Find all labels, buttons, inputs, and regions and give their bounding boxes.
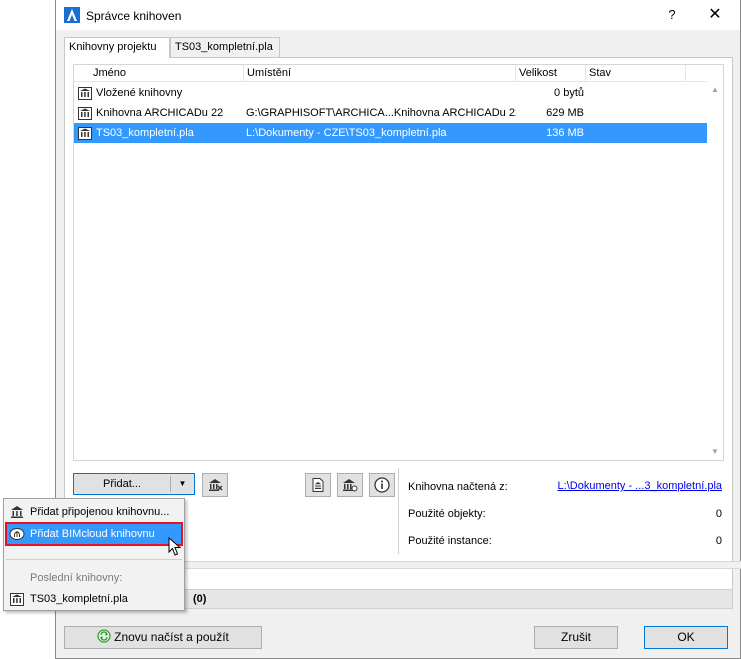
row-size: 136 MB (546, 127, 584, 139)
export-library-icon (312, 478, 324, 492)
library-list[interactable]: Jméno Umístění Velikost Stav Vložené kni… (73, 64, 724, 461)
row-location (246, 83, 516, 103)
column-header-status[interactable]: Stav (586, 65, 686, 82)
row-name: Knihovna ARCHICADu 22 (96, 107, 224, 119)
library-settings-button[interactable] (337, 473, 363, 497)
table-row-ts03[interactable]: TS03_kompletní.pla L:\Dokumenty - CZE\TS… (74, 123, 707, 143)
row-name: TS03_kompletní.pla (96, 127, 194, 139)
ok-button[interactable]: OK (644, 626, 728, 649)
reload-label: Znovu načíst a použít (114, 630, 229, 644)
vertical-separator (398, 468, 399, 554)
tab-label: TS03_kompletní.pla (175, 41, 273, 53)
tab-project-libraries[interactable]: Knihovny projektu (64, 37, 170, 58)
tab-label: Knihovny projektu (69, 41, 157, 53)
add-dropdown-arrow-icon[interactable]: ▼ (171, 474, 194, 494)
list-header: Jméno Umístění Velikost Stav (74, 65, 707, 82)
table-row-embedded[interactable]: Vložené knihovny 0 bytů (74, 83, 707, 103)
menu-item-label: Přidat připojenou knihovnu... (30, 506, 170, 518)
menu-item-label: Přidat BIMcloud knihovnu (30, 528, 155, 540)
scroll-down-icon[interactable]: ▼ (707, 444, 723, 460)
menu-separator (6, 559, 182, 560)
library-gear-icon (343, 479, 358, 492)
used-objects-value: 0 (715, 508, 722, 520)
remove-library-button[interactable] (202, 473, 228, 497)
help-button[interactable]: ? (662, 4, 682, 26)
column-header-name[interactable]: Jméno (90, 65, 244, 82)
row-name: Vložené knihovny (96, 87, 183, 99)
vertical-scrollbar[interactable]: ▲ ▼ (707, 82, 723, 460)
used-instances-label: Použité instance: (408, 535, 492, 547)
add-button[interactable]: Přidat... (74, 474, 170, 494)
add-split-button[interactable]: Přidat... ▼ (73, 473, 195, 495)
library-icon (78, 127, 92, 140)
menu-item-add-linked-library[interactable]: Přidat připojenou knihovnu... (6, 501, 182, 523)
used-instances-value: 0 (715, 535, 722, 547)
reload-apply-button[interactable]: Znovu načíst a použít (64, 626, 262, 649)
mouse-cursor-icon (168, 537, 182, 556)
window-title: Správce knihoven (86, 9, 182, 23)
used-objects-label: Použité objekty: (408, 508, 486, 520)
add-dropdown-menu: Přidat připojenou knihovnu... Přidat BIM… (3, 498, 185, 611)
loaded-from-link[interactable]: L:\Dokumenty - ...3_kompletní.pla (558, 480, 722, 492)
menu-item-recent-ts03[interactable]: TS03_kompletní.pla (6, 588, 182, 610)
scroll-up-icon[interactable]: ▲ (707, 82, 723, 98)
table-row-archicad-library[interactable]: Knihovna ARCHICADu 22 G:\GRAPHISOFT\ARCH… (74, 103, 707, 123)
menu-item-add-bimcloud-library[interactable]: Přidat BIMcloud knihovnu (5, 522, 183, 546)
export-library-button[interactable] (305, 473, 331, 497)
row-location: L:\Dokumenty - CZE\TS03_kompletní.pla (246, 127, 447, 139)
remove-library-icon (209, 479, 223, 491)
tab-ts03-file[interactable]: TS03_kompletní.pla (170, 37, 280, 57)
embedded-library-icon (78, 87, 92, 100)
row-location: G:\GRAPHISOFT\ARCHICA...Knihovna ARCHICA… (246, 107, 516, 119)
row-size: 629 MB (546, 107, 584, 119)
archicad-app-icon (64, 7, 80, 23)
loaded-from-label: Knihovna načtená z: (408, 481, 508, 493)
missing-items-count: (0) (193, 593, 207, 605)
title-bar: Správce knihoven ? ✕ (56, 0, 740, 30)
library-icon (78, 107, 92, 120)
column-header-size[interactable]: Velikost (516, 65, 586, 82)
info-icon (374, 477, 390, 493)
reload-icon (97, 629, 111, 643)
row-size: 0 bytů (554, 87, 584, 99)
cancel-button[interactable]: Zrušit (534, 626, 618, 649)
bimcloud-library-icon (9, 528, 25, 540)
recent-libraries-caption: Poslední knihovny: (30, 572, 123, 584)
library-icon (11, 506, 23, 518)
library-icon (10, 593, 24, 606)
info-button[interactable] (369, 473, 395, 497)
close-button[interactable]: ✕ (704, 4, 726, 26)
menu-item-label: TS03_kompletní.pla (30, 593, 128, 605)
column-header-location[interactable]: Umístění (244, 65, 516, 82)
